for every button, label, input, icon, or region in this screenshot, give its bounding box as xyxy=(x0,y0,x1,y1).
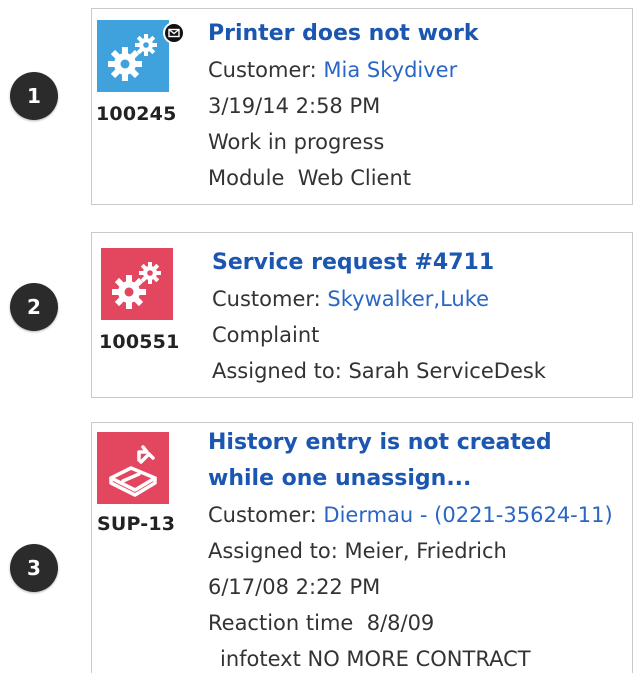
ticket-details: Service request #4711 Customer: Skywalke… xyxy=(212,245,546,389)
module-row: Module Web Client xyxy=(208,160,479,196)
step-badge-2: 2 xyxy=(10,283,58,331)
infotext: infotext NO MORE CONTRACT xyxy=(220,647,531,671)
customer-label: Customer: xyxy=(212,287,321,311)
ticket-title[interactable]: Printer does not work xyxy=(208,16,479,52)
gears-icon xyxy=(101,248,173,320)
customer-row: Customer: Skywalker,Luke xyxy=(212,281,546,317)
step-badge-1: 1 xyxy=(10,72,58,120)
reaction-label: Reaction time xyxy=(208,611,354,635)
customer-link[interactable]: Mia Skydiver xyxy=(323,58,457,82)
ticket-id: 100245 xyxy=(96,103,177,125)
ticket-title[interactable]: Service request #4711 xyxy=(212,245,546,281)
ticket-title-line-1[interactable]: History entry is not created xyxy=(208,425,613,461)
ticket-title-line-2[interactable]: while one unassign... xyxy=(208,461,613,497)
module-value: Web Client xyxy=(297,166,411,190)
reaction-row: Reaction time 8/8/09 xyxy=(208,605,613,641)
customer-row: Customer: Mia Skydiver xyxy=(208,52,479,88)
customer-label: Customer: xyxy=(208,503,317,527)
ticket-datetime: 6/17/08 2:22 PM xyxy=(208,575,381,599)
ticket-details: History entry is not created while one u… xyxy=(208,425,613,673)
ticket-id: 100551 xyxy=(99,331,180,353)
assigned-to: Assigned to: Meier, Friedrich xyxy=(208,539,507,563)
gears-icon xyxy=(97,20,169,92)
ticket-category: Complaint xyxy=(212,323,320,347)
tray-arrow-icon xyxy=(97,432,169,504)
customer-label: Customer: xyxy=(208,58,317,82)
envelope-icon xyxy=(163,22,185,44)
step-badge-3: 3 xyxy=(10,544,58,592)
customer-row: Customer: Diermau - (0221-35624-11) xyxy=(208,497,613,533)
ticket-status: Work in progress xyxy=(208,130,385,154)
reaction-value: 8/8/09 xyxy=(366,611,435,635)
customer-link[interactable]: Diermau - (0221-35624-11) xyxy=(323,503,612,527)
module-label: Module xyxy=(208,166,285,190)
assigned-to: Assigned to: Sarah ServiceDesk xyxy=(212,359,546,383)
ticket-details: Printer does not work Customer: Mia Skyd… xyxy=(208,16,479,196)
customer-link[interactable]: Skywalker,Luke xyxy=(327,287,489,311)
ticket-list: 1 2 3 100245 Printer does not work Custo… xyxy=(0,0,641,673)
ticket-id: SUP-13 xyxy=(97,513,176,535)
ticket-datetime: 3/19/14 2:58 PM xyxy=(208,94,381,118)
